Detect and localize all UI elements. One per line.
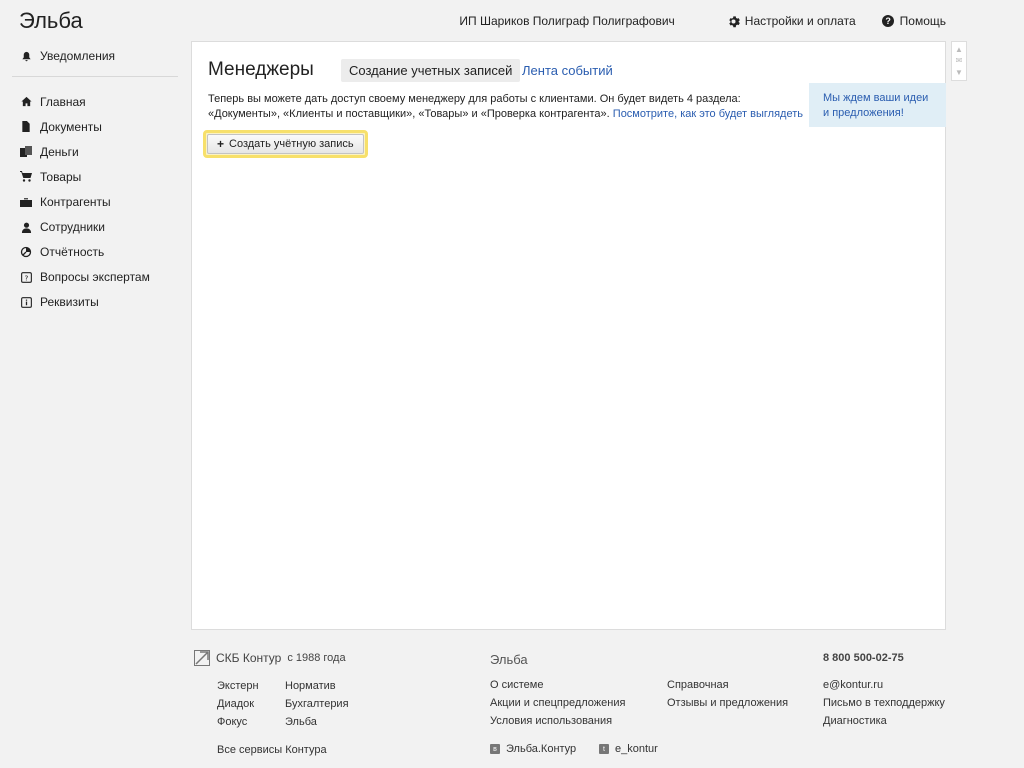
footer-link[interactable]: Норматив	[285, 679, 365, 693]
sidebar-item-label: Сотрудники	[40, 220, 105, 235]
footer-link[interactable]: Диадок	[217, 697, 285, 711]
question-icon: ?	[20, 271, 32, 283]
sidebar-item-contractors[interactable]: Контрагенты	[12, 189, 178, 214]
footer-link[interactable]: Диагностика	[823, 714, 945, 728]
description: Теперь вы можете дать доступ своему мене…	[208, 92, 806, 121]
thumbs-up-icon[interactable]: ▲	[955, 45, 963, 54]
footer-link[interactable]: Бухгалтерия	[285, 697, 365, 711]
sidebar-item-goods[interactable]: Товары	[12, 164, 178, 189]
create-button-highlight: + Создать учётную запись	[203, 130, 368, 158]
plus-icon: +	[217, 137, 225, 151]
help-label: Помощь	[899, 14, 946, 28]
sidebar-item-label: Документы	[40, 119, 102, 134]
svg-text:?: ?	[24, 273, 28, 282]
tab-create-accounts[interactable]: Создание учетных записей	[341, 59, 521, 82]
brand-name: СКБ Контур	[216, 651, 282, 665]
create-button-label: Создать учётную запись	[229, 138, 354, 150]
sidebar: Уведомления Главная Документы Деньги Тов…	[12, 42, 178, 315]
settings-label: Настройки и оплата	[744, 14, 856, 28]
social-link-vk[interactable]: в Эльба.Контур	[490, 743, 576, 755]
feedback-toolbar: ▲ ✉ ▼	[951, 41, 967, 81]
footer-link[interactable]: Письмо в техподдержку	[823, 696, 945, 710]
all-services-link[interactable]: Все сервисы Контура	[217, 744, 327, 756]
sidebar-item-experts[interactable]: ? Вопросы экспертам	[12, 265, 178, 290]
footer-link[interactable]: Отзывы и предложения	[667, 696, 788, 710]
app-logo[interactable]: Эльба	[19, 8, 83, 34]
brand-year: с 1988 года	[287, 652, 346, 664]
sidebar-item-label: Уведомления	[40, 49, 116, 64]
briefcase-icon	[20, 196, 32, 208]
footer-elba-heading: Эльба	[490, 652, 528, 667]
info-icon	[20, 296, 32, 308]
sidebar-item-documents[interactable]: Документы	[12, 114, 178, 139]
page-title: Менеджеры	[208, 59, 314, 80]
social-link-twitter[interactable]: t e_kontur	[599, 743, 658, 755]
help-icon: ?	[882, 15, 895, 28]
preview-link[interactable]: Посмотрите, как это будет выглядеть	[613, 108, 803, 120]
sidebar-item-label: Реквизиты	[40, 295, 99, 310]
footer: СКБ Контур с 1988 года Экстерн Норматив …	[191, 648, 951, 768]
footer-link[interactable]: Экстерн	[217, 679, 285, 693]
sidebar-item-label: Контрагенты	[40, 195, 111, 210]
sidebar-item-employees[interactable]: Сотрудники	[12, 215, 178, 240]
feedback-banner[interactable]: Мы ждем ваши идеи и предложения!	[809, 83, 946, 127]
help-link[interactable]: ? Помощь	[882, 14, 946, 28]
sidebar-item-label: Отчётность	[40, 245, 105, 260]
user-name[interactable]: ИП Шариков Полиграф Полиграфович	[459, 14, 674, 28]
sidebar-item-requisites[interactable]: Реквизиты	[12, 290, 178, 315]
tab-event-feed[interactable]: Лента событий	[522, 63, 613, 78]
cart-icon	[20, 171, 32, 183]
report-icon	[20, 246, 32, 258]
top-bar: ИП Шариков Полиграф Полиграфович Настрой…	[459, 14, 946, 28]
twitter-icon: t	[599, 744, 609, 754]
sidebar-divider	[12, 76, 178, 78]
sidebar-item-label: Главная	[40, 94, 86, 109]
mail-icon[interactable]: ✉	[956, 56, 963, 65]
sidebar-item-label: Товары	[40, 169, 82, 184]
sidebar-item-home[interactable]: Главная	[12, 89, 178, 114]
bell-icon	[20, 50, 32, 62]
home-icon	[20, 96, 32, 108]
gear-icon	[727, 15, 740, 28]
footer-link[interactable]: Фокус	[217, 715, 285, 729]
sidebar-item-notifications[interactable]: Уведомления	[12, 42, 178, 67]
footer-brand[interactable]: СКБ Контур с 1988 года	[194, 650, 346, 666]
social-label: Эльба.Контур	[506, 743, 577, 755]
settings-link[interactable]: Настройки и оплата	[727, 14, 856, 28]
footer-elba-links: О системе Акции и спецпредложения Услови…	[490, 678, 625, 728]
footer-link[interactable]: Условия использования	[490, 714, 625, 728]
footer-more-links: Справочная Отзывы и предложения	[667, 678, 788, 710]
document-icon	[20, 121, 32, 133]
money-icon	[20, 146, 32, 158]
social-label: e_kontur	[615, 743, 658, 755]
person-icon	[20, 221, 32, 233]
vk-icon: в	[490, 744, 500, 754]
thumbs-down-icon[interactable]: ▼	[955, 68, 963, 77]
footer-link[interactable]: Акции и спецпредложения	[490, 696, 625, 710]
footer-contact-links: e@kontur.ru Письмо в техподдержку Диагно…	[823, 678, 945, 728]
footer-link[interactable]: Справочная	[667, 678, 788, 692]
footer-link[interactable]: О системе	[490, 678, 625, 692]
sidebar-item-label: Вопросы экспертам	[40, 270, 150, 285]
footer-link[interactable]: Эльба	[285, 715, 365, 729]
support-phone: 8 800 500-02-75	[823, 652, 904, 664]
footer-link[interactable]: e@kontur.ru	[823, 678, 945, 692]
sidebar-item-label: Деньги	[40, 144, 79, 159]
skb-kontur-logo-icon	[194, 650, 210, 666]
sidebar-item-money[interactable]: Деньги	[12, 139, 178, 164]
footer-services: Экстерн Норматив Диадок Бухгалтерия Фоку…	[217, 679, 365, 729]
create-account-button[interactable]: + Создать учётную запись	[207, 134, 364, 154]
sidebar-item-reports[interactable]: Отчётность	[12, 240, 178, 265]
main-panel: Менеджеры Создание учетных записей Лента…	[191, 41, 946, 630]
